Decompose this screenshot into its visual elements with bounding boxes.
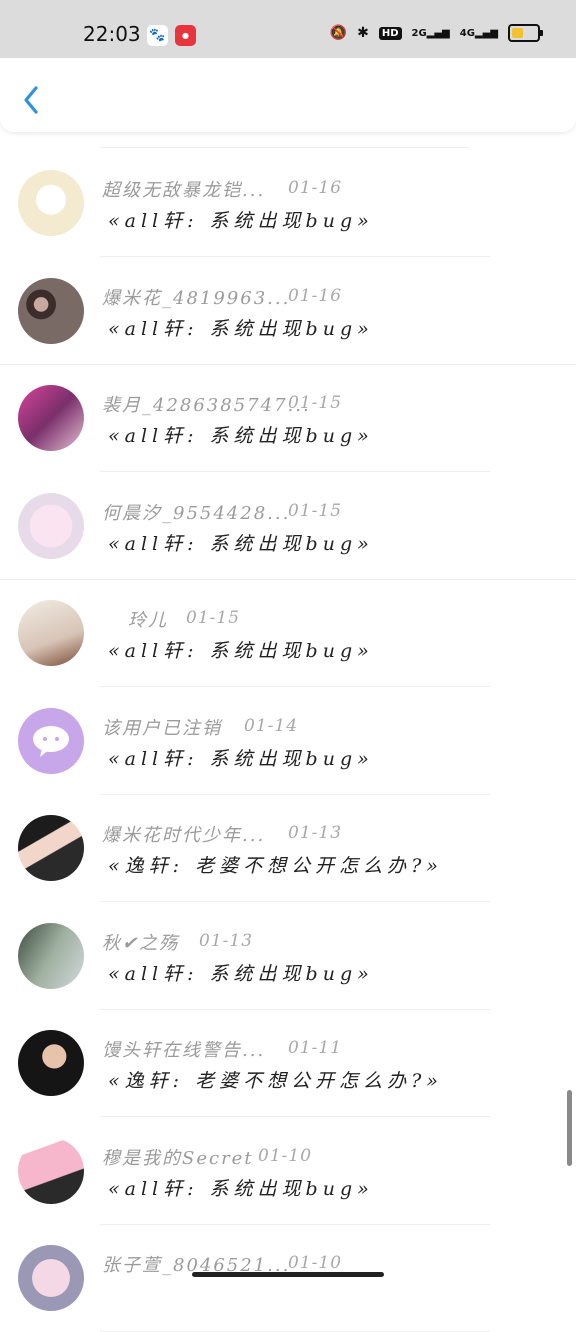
avatar[interactable] — [18, 1245, 84, 1311]
avatar[interactable] — [18, 1137, 84, 1204]
message-preview: «all轩: 系统出现bug» — [108, 532, 374, 555]
message-preview: «all轩: 系统出现bug» — [108, 962, 374, 985]
message-row[interactable]: 玲儿 01-15 «all轩: 系统出现bug» — [0, 580, 576, 687]
message-date: 01-10 — [288, 1253, 343, 1273]
message-preview: «逸轩: 老婆不想公开怎么办?» — [108, 855, 443, 877]
username[interactable]: 秋✔之殇 — [102, 929, 179, 955]
message-date: 01-16 — [288, 178, 343, 198]
avatar[interactable] — [18, 385, 84, 451]
message-row[interactable]: 爆米花_4819963... 01-16 «all轩: 系统出现bug» — [0, 258, 576, 365]
message-row[interactable]: 裴月_4286385747... 01-15 «all轩: 系统出现bug» — [0, 365, 576, 472]
message-row[interactable]: 爆米花时代少年... 01-13 «逸轩: 老婆不想公开怎么办?» — [0, 795, 576, 902]
message-date: 01-14 — [244, 715, 299, 736]
avatar[interactable] — [18, 170, 84, 236]
message-date: 01-15 — [186, 608, 241, 628]
message-preview: «all轩: 系统出现bug» — [108, 425, 374, 447]
message-date: 01-15 — [288, 393, 343, 413]
back-button[interactable] — [18, 84, 46, 116]
message-preview: «all轩: 系统出现bug» — [108, 640, 374, 662]
username[interactable]: 超级无敌暴龙铠... — [102, 176, 265, 202]
username[interactable]: 该用户已注销 — [102, 714, 222, 740]
status-indicators: 🔕 ✱ HD 2G▂▄▆ 4G▂▄▆ — [329, 24, 543, 42]
message-row[interactable]: 馒头轩在线警告... 01-11 «逸轩: 老婆不想公开怎么办?» — [0, 1010, 576, 1117]
username[interactable]: 爆米花时代少年... — [102, 821, 265, 847]
avatar[interactable] — [18, 815, 84, 881]
avatar[interactable] — [18, 922, 84, 989]
username[interactable]: 穆是我的Secret — [102, 1144, 254, 1170]
signal-4g-label: 4G — [459, 27, 475, 39]
avatar[interactable] — [18, 492, 84, 559]
avatar[interactable] — [18, 1030, 84, 1096]
message-row[interactable]: 穆是我的Secret 01-10 «all轩: 系统出现bug» — [0, 1118, 576, 1225]
username[interactable]: 裴月_4286385747... — [102, 391, 311, 417]
message-date: 01-10 — [258, 1145, 313, 1166]
divider — [100, 147, 470, 148]
signal-4g-icon: 4G▂▄▆ — [459, 27, 498, 39]
username[interactable]: 馒头轩在线警告... — [102, 1036, 265, 1062]
message-preview: «all轩: 系统出现bug» — [108, 210, 374, 232]
username[interactable]: 何晨汐_9554428... — [102, 499, 290, 525]
message-date: 01-13 — [199, 930, 254, 951]
hd-badge: HD — [378, 26, 402, 40]
bluetooth-icon: ✱ — [357, 25, 369, 41]
message-row[interactable]: 该用户已注销 01-14 «all轩: 系统出现bug» — [0, 688, 576, 795]
chat-bubble-icon — [33, 725, 69, 757]
message-date: 01-11 — [288, 1038, 343, 1058]
message-row[interactable]: 何晨汐_9554428... 01-15 «all轩: 系统出现bug» — [0, 473, 576, 580]
message-date: 01-15 — [288, 500, 343, 521]
message-preview: «all轩: 系统出现bug» — [108, 747, 374, 770]
battery-fill — [512, 28, 523, 38]
username[interactable]: 玲儿 — [128, 606, 168, 632]
message-row[interactable]: 超级无敌暴龙铠... 01-16 «all轩: 系统出现bug» — [0, 150, 576, 257]
status-time: 22:03 — [83, 22, 141, 46]
nav-bar — [0, 58, 576, 132]
avatar[interactable] — [18, 600, 84, 666]
battery-icon — [508, 24, 543, 42]
message-preview: «all轩: 系统出现bug» — [108, 317, 374, 340]
signal-2g-label: 2G — [411, 27, 427, 39]
home-indicator[interactable] — [192, 1272, 384, 1277]
scrollbar-thumb[interactable] — [567, 1090, 572, 1166]
message-preview: «逸轩: 老婆不想公开怎么办?» — [108, 1070, 443, 1092]
baidu-icon: 🐾 — [147, 25, 168, 46]
chevron-left-icon — [24, 86, 38, 114]
avatar[interactable] — [18, 707, 84, 774]
avatar[interactable] — [18, 277, 84, 344]
username[interactable]: 爆米花_4819963... — [102, 284, 290, 310]
message-date: 01-13 — [288, 823, 343, 843]
signal-2g-icon: 2G▂▄▆ — [411, 27, 450, 39]
app-badge-icon: ● — [175, 25, 196, 46]
message-row[interactable]: 张子萱_8046521... 01-10 — [0, 1225, 576, 1332]
message-date: 01-16 — [288, 285, 343, 306]
mute-icon: 🔕 — [329, 25, 348, 41]
message-row[interactable]: 秋✔之殇 01-13 «all轩: 系统出现bug» — [0, 903, 576, 1010]
message-preview: «all轩: 系统出现bug» — [108, 1177, 374, 1200]
